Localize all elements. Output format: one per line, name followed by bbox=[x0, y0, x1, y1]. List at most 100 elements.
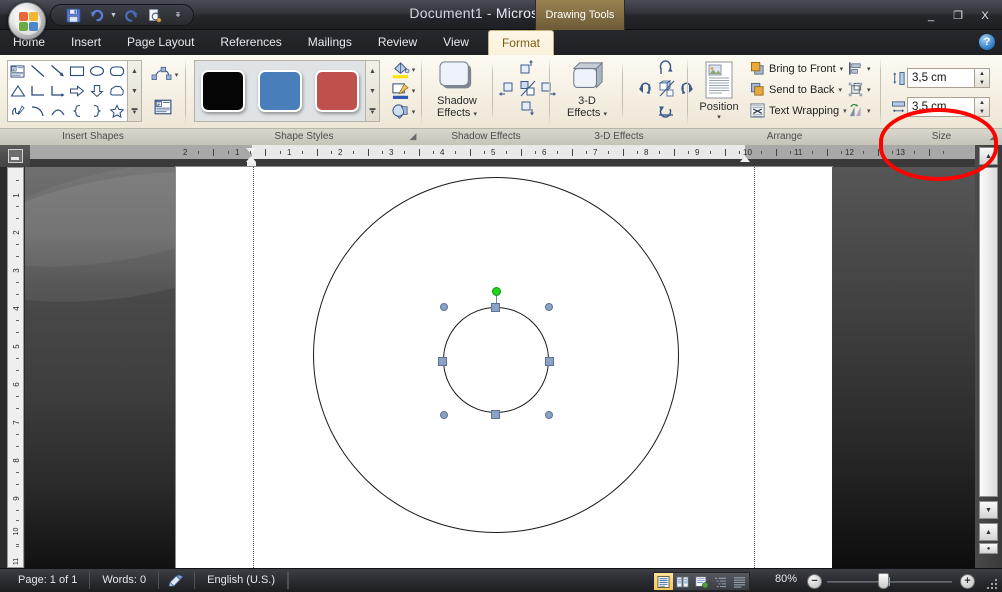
proofing-errors-icon[interactable] bbox=[159, 572, 196, 589]
scroll-up-icon[interactable]: ▲ bbox=[979, 147, 998, 165]
rotation-handle[interactable] bbox=[492, 287, 501, 296]
resize-handle-left[interactable] bbox=[438, 357, 447, 366]
nudge-shadow-left-icon[interactable] bbox=[498, 79, 518, 98]
tab-page-layout[interactable]: Page Layout bbox=[114, 30, 207, 55]
shape-styles-gallery[interactable] bbox=[194, 60, 366, 122]
maximize-button[interactable]: ❐ bbox=[945, 7, 971, 24]
tilt-up-icon[interactable] bbox=[656, 58, 676, 78]
size-dialog-launcher[interactable]: ◢ bbox=[987, 131, 999, 144]
shape-elbow-connector[interactable] bbox=[28, 81, 48, 101]
tab-format[interactable]: Format bbox=[487, 30, 554, 55]
word-count[interactable]: Words: 0 bbox=[90, 572, 160, 589]
change-shape-button[interactable]: ▾ bbox=[386, 102, 420, 122]
three-d-effects-button[interactable]: 3-D Effects ▾ bbox=[558, 59, 616, 125]
language-indicator[interactable]: English (U.S.) bbox=[195, 572, 288, 589]
shape-height-spin-down[interactable]: ▼ bbox=[975, 78, 989, 87]
tab-mailings[interactable]: Mailings bbox=[295, 30, 365, 55]
shape-line[interactable] bbox=[28, 61, 48, 81]
styles-more-icon[interactable]: ▬ ▼ bbox=[366, 101, 379, 121]
shadow-effects-button[interactable]: Shadow Effects ▾ bbox=[428, 59, 486, 125]
shape-width-spinner[interactable]: ▲ ▼ bbox=[975, 97, 990, 117]
text-wrapping-button[interactable]: Text Wrapping ▾ bbox=[748, 102, 850, 119]
three-d-on-off-icon[interactable] bbox=[655, 79, 677, 99]
align-button[interactable]: ▾ bbox=[846, 60, 874, 77]
tab-stop-selector[interactable] bbox=[0, 145, 30, 167]
styles-scroll-down-icon[interactable]: ▼ bbox=[366, 81, 379, 101]
resize-handle-bottom-left[interactable] bbox=[440, 411, 448, 419]
shape-styles-dialog-launcher[interactable]: ◢ bbox=[407, 131, 419, 144]
page-indicator[interactable]: Page: 1 of 1 bbox=[6, 572, 91, 589]
shape-star[interactable] bbox=[107, 101, 127, 121]
draft-view-icon[interactable] bbox=[730, 573, 749, 590]
rotate-button[interactable]: ▾ bbox=[846, 102, 874, 119]
edit-shape-button[interactable]: ▾ bbox=[148, 62, 180, 88]
shape-scribble[interactable] bbox=[8, 101, 28, 121]
shape-curve[interactable] bbox=[28, 101, 48, 121]
shape-oval[interactable] bbox=[87, 61, 107, 81]
shape-left-brace[interactable] bbox=[68, 101, 88, 121]
web-layout-view-icon[interactable] bbox=[692, 573, 711, 590]
help-icon[interactable]: ? bbox=[979, 34, 995, 50]
shape-width-spin-down[interactable]: ▼ bbox=[975, 107, 989, 116]
tab-insert[interactable]: Insert bbox=[58, 30, 114, 55]
shape-outline-button[interactable]: ▾ bbox=[386, 81, 420, 101]
vertical-ruler[interactable]: 1 2 3 4 5 6 7 8 9 10 11 bbox=[7, 167, 24, 568]
horizontal-ruler[interactable]: 2 1 1 2 3 4 5 6 7 8 9 10 11 12 13 bbox=[30, 145, 975, 167]
shape-style-blue[interactable] bbox=[257, 70, 302, 112]
zoom-in-button[interactable]: + bbox=[960, 574, 975, 589]
resize-handle-top-left[interactable] bbox=[440, 303, 448, 311]
minimize-button[interactable]: _ bbox=[918, 7, 944, 24]
shape-elbow-arrow-connector[interactable] bbox=[48, 81, 68, 101]
resize-handle-bottom-right[interactable] bbox=[545, 411, 553, 419]
shape-rounded-rectangle[interactable] bbox=[107, 61, 127, 81]
zoom-out-button[interactable]: − bbox=[807, 574, 822, 589]
outline-view-icon[interactable] bbox=[711, 573, 730, 590]
select-browse-object-icon[interactable]: ● bbox=[979, 543, 998, 554]
shape-right-brace[interactable] bbox=[87, 101, 107, 121]
tilt-down-icon[interactable] bbox=[656, 100, 676, 120]
shape-height-spinner[interactable]: ▲ ▼ bbox=[975, 68, 990, 88]
shape-right-arrow[interactable] bbox=[68, 81, 88, 101]
tilt-left-icon[interactable] bbox=[635, 79, 655, 99]
shapes-more-icon[interactable]: ▬ ▼ bbox=[128, 101, 141, 121]
shape-text-box[interactable] bbox=[8, 61, 28, 81]
close-button[interactable]: X bbox=[972, 7, 998, 24]
shape-width-spin-up[interactable]: ▲ bbox=[975, 98, 989, 107]
shape-width-input[interactable] bbox=[907, 97, 975, 117]
scroll-down-icon[interactable]: ▼ bbox=[979, 501, 998, 519]
resize-handle-right[interactable] bbox=[545, 357, 554, 366]
previous-page-icon[interactable]: ▲ bbox=[979, 523, 998, 541]
resize-grip-icon[interactable] bbox=[985, 576, 999, 590]
tab-references[interactable]: References bbox=[207, 30, 294, 55]
shape-cloud-callout[interactable] bbox=[107, 81, 127, 101]
send-to-back-button[interactable]: Send to Back ▾ bbox=[748, 81, 845, 98]
inner-circle-shape[interactable] bbox=[443, 307, 549, 413]
shape-height-spin-up[interactable]: ▲ bbox=[975, 69, 989, 78]
tab-review[interactable]: Review bbox=[365, 30, 430, 55]
shape-fill-button[interactable]: ▾ bbox=[386, 60, 420, 80]
shapes-scroll-up-icon[interactable]: ▲ bbox=[128, 61, 141, 81]
shape-triangle[interactable] bbox=[8, 81, 28, 101]
zoom-slider[interactable]: − + bbox=[805, 572, 977, 590]
styles-scroll-up-icon[interactable]: ▲ bbox=[366, 61, 379, 81]
group-button[interactable]: ▾ bbox=[846, 81, 874, 98]
vertical-scrollbar[interactable]: ▲ ▼ ▲ ● bbox=[975, 145, 1002, 568]
shape-arc[interactable] bbox=[48, 101, 68, 121]
full-screen-reading-view-icon[interactable] bbox=[673, 573, 692, 590]
shadow-on-off-icon[interactable] bbox=[518, 79, 538, 98]
resize-handle-bottom[interactable] bbox=[491, 410, 500, 419]
nudge-shadow-up-icon[interactable] bbox=[517, 59, 537, 78]
office-button[interactable] bbox=[8, 2, 46, 40]
shape-style-black[interactable] bbox=[201, 70, 246, 112]
shapes-gallery[interactable] bbox=[7, 60, 128, 122]
shape-style-red[interactable] bbox=[314, 70, 359, 112]
shape-rectangle[interactable] bbox=[68, 61, 88, 81]
bring-to-front-button[interactable]: Bring to Front ▾ bbox=[748, 60, 846, 77]
text-box-button[interactable] bbox=[150, 95, 176, 119]
nudge-shadow-down-icon[interactable] bbox=[518, 99, 538, 118]
resize-handle-top[interactable] bbox=[491, 303, 500, 312]
shape-down-arrow[interactable] bbox=[87, 81, 107, 101]
zoom-level[interactable]: 80% bbox=[775, 573, 797, 585]
print-layout-view-icon[interactable] bbox=[654, 573, 673, 590]
position-button[interactable]: Position ▾ bbox=[693, 59, 745, 125]
